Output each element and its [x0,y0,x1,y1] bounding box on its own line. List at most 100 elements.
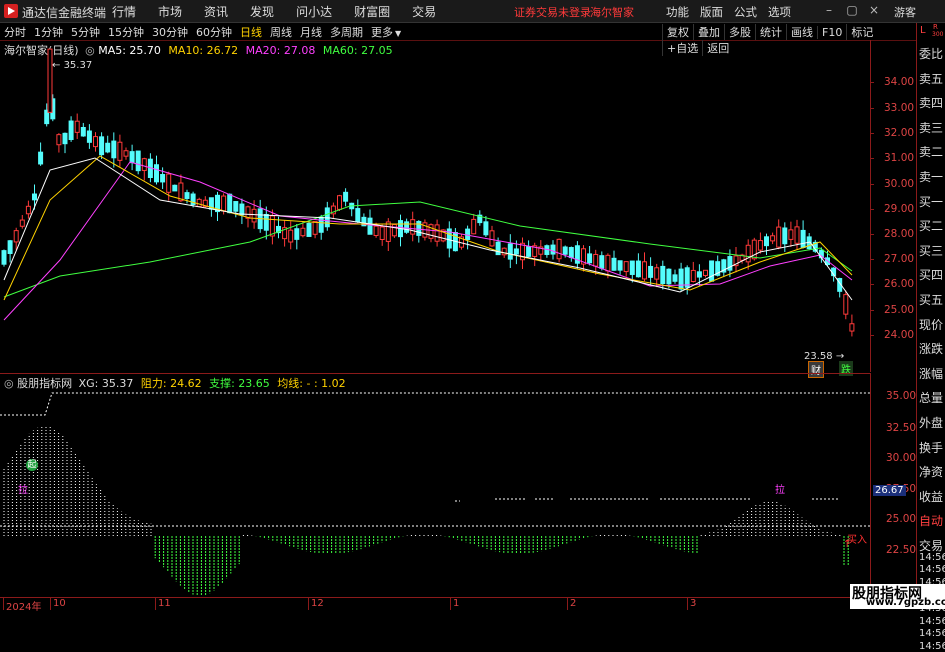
side-label[interactable]: 现价 [919,316,943,333]
tab-more[interactable]: 更多 ▼ [371,24,401,40]
side-label[interactable]: 外盘 [919,414,943,431]
side-label[interactable]: 14:56 [919,552,945,563]
price-tick-mark [870,259,874,260]
chevron-down-icon: ▼ [395,29,402,38]
diejia-button[interactable]: 叠加 [693,24,724,40]
side-label[interactable]: 14:56 [919,616,945,627]
menu-wenxiaoda[interactable]: 问小达 [296,3,332,20]
candle-body [379,226,385,241]
candle-body [562,246,568,255]
tab-15min[interactable]: 15分钟 [108,24,144,40]
side-label[interactable]: 卖四 [919,94,943,111]
side-label[interactable]: 买一 [919,193,943,210]
time-tick: 1 [453,598,460,609]
side-label[interactable]: 买五 [919,291,943,308]
candle-body [178,182,184,202]
fuquan-button[interactable]: 复权 [662,24,693,40]
candle-body [690,269,696,283]
tab-monthly[interactable]: 月线 [300,24,322,40]
tab-1min[interactable]: 1分钟 [34,24,63,40]
huaxian-button[interactable]: 画线 [786,24,817,40]
menu-xuanxiang[interactable]: 选项 [768,4,791,20]
menu-gongshi[interactable]: 公式 [734,4,757,20]
tab-5min[interactable]: 5分钟 [71,24,100,40]
side-l[interactable]: L [920,25,926,36]
candle-body [385,221,391,242]
price-tick: 33.00 [884,102,915,114]
side-label[interactable]: 涨跌 [919,340,943,357]
f10-button[interactable]: F10 [817,26,846,39]
menu-zixun[interactable]: 资讯 [204,3,228,20]
side-label[interactable]: 卖五 [919,70,943,87]
candle-body [501,247,507,256]
guest-label[interactable]: 游客 [894,4,916,20]
minimize-icon[interactable]: – [822,3,836,17]
candle-body [111,140,117,159]
candle-body [660,265,666,285]
side-label[interactable]: 换手 [919,439,943,456]
side-label[interactable]: 买二 [919,217,943,234]
candle-body [434,224,440,242]
side-300: 300 [932,31,944,38]
time-tick-mark [155,598,156,610]
side-label[interactable]: 委比 [919,45,943,62]
duogu-button[interactable]: 多股 [724,24,755,40]
tab-60min[interactable]: 60分钟 [196,24,232,40]
biaoji-button[interactable]: 标记 [846,24,877,40]
menu-gongneng[interactable]: 功能 [666,4,689,20]
app-name: 通达信金融终端 [22,6,107,20]
tongji-button[interactable]: 统计 [755,24,786,40]
tab-daily[interactable]: 日线 [240,24,262,40]
menu-hangqing[interactable]: 行情 [112,3,136,20]
tab-30min[interactable]: 30分钟 [152,24,188,40]
tab-weekly[interactable]: 周线 [270,24,292,40]
la-signal-2: 拉 [775,485,785,496]
indicator-chart[interactable] [0,373,870,597]
side-label[interactable]: 收益 [919,488,943,505]
candle-body [312,220,318,235]
side-label[interactable]: 买四 [919,266,943,283]
price-tick-mark [870,209,874,210]
time-tick-mark [308,598,309,610]
side-label[interactable]: 总量 [919,389,943,406]
ma-line [3,161,853,321]
indicator-tick: 22.50 [886,544,917,556]
side-label[interactable]: 卖三 [919,119,943,136]
side-label[interactable]: 卖一 [919,168,943,185]
side-label[interactable]: 自动 [919,512,943,529]
candle-body [629,260,635,275]
menu-banmian[interactable]: 版面 [700,4,723,20]
kline-chart[interactable] [0,40,870,373]
price-tick-mark [870,108,874,109]
candle-body [117,141,123,161]
candle-body [556,238,562,260]
side-label[interactable]: 涨幅 [919,365,943,382]
maximize-icon[interactable]: ▢ [845,3,859,17]
side-label[interactable]: 净资 [919,463,943,480]
time-tick-mark [450,598,451,610]
candle-body [672,274,678,282]
candle-body [355,208,361,223]
tab-fenshi[interactable]: 分时 [4,24,26,40]
price-tick-mark [870,310,874,311]
menu-jiaoyi[interactable]: 交易 [412,3,436,20]
side-label[interactable]: 14:56 [919,564,945,575]
side-r[interactable]: R [933,23,938,31]
side-label[interactable]: 买三 [919,242,943,259]
side-label[interactable]: 14:56 [919,628,945,639]
tab-multi-period[interactable]: 多周期 [330,24,363,40]
price-tick: 27.00 [884,253,915,265]
candle-body [507,243,513,260]
candle-body [337,195,342,210]
menu-caifuquan[interactable]: 财富圈 [354,3,390,20]
menu-faxian[interactable]: 发现 [250,3,274,20]
candle-body [513,248,519,255]
menu-shichang[interactable]: 市场 [158,3,182,20]
time-tick: 11 [158,598,171,609]
login-notice[interactable]: 证券交易未登录 [514,4,591,20]
side-label[interactable]: 卖二 [919,143,943,160]
ma-line [3,155,853,301]
side-label[interactable]: 14:56 [919,641,945,652]
candle-body [849,323,855,332]
close-icon[interactable]: × [867,3,881,17]
